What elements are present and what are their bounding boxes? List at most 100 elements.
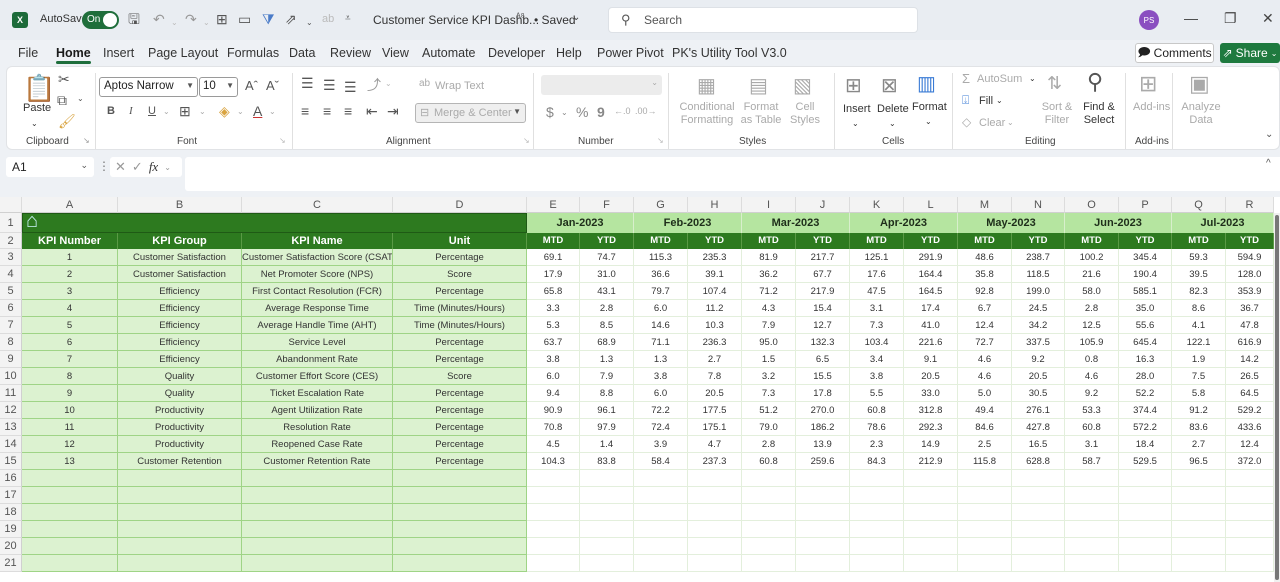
value-cell[interactable]: 2.3 [850, 436, 904, 453]
row-header[interactable]: 2 [0, 233, 22, 249]
empty-cell[interactable] [22, 470, 118, 487]
comma-style-button[interactable]: 9 [597, 104, 605, 120]
value-cell[interactable]: 9.1 [904, 351, 958, 368]
column-header[interactable]: D [393, 197, 527, 213]
insert-cells-button[interactable]: Insert [843, 103, 871, 116]
empty-cell[interactable] [527, 538, 580, 555]
empty-cell[interactable] [242, 521, 393, 538]
value-cell[interactable]: 4.3 [742, 300, 796, 317]
value-cell[interactable]: 2.8 [1065, 300, 1119, 317]
value-cell[interactable]: 20.5 [1012, 368, 1065, 385]
autosum-button[interactable]: AutoSum [977, 73, 1022, 86]
value-cell[interactable]: 3.9 [634, 436, 688, 453]
formula-input[interactable] [185, 157, 1280, 191]
align-bottom-icon[interactable]: ☰ [344, 79, 357, 96]
value-cell[interactable]: 1.3 [580, 351, 634, 368]
save-icon[interactable]: 🖫 [128, 11, 140, 27]
format-painter-icon[interactable]: 🖌 [58, 113, 76, 130]
insert-function-icon[interactable]: fx [149, 159, 158, 175]
copy-dropdown-icon[interactable]: ⌄ [77, 94, 84, 103]
kpi-unit-cell[interactable]: Time (Minutes/Hours) [393, 317, 527, 334]
fill-dropdown-icon[interactable]: ⌄ [996, 94, 1003, 107]
kpi-unit-cell[interactable]: Percentage [393, 351, 527, 368]
value-cell[interactable]: 628.8 [1012, 453, 1065, 470]
value-cell[interactable]: 41.0 [904, 317, 958, 334]
empty-cell[interactable] [527, 470, 580, 487]
column-header[interactable]: C [242, 197, 393, 213]
value-cell[interactable]: 236.3 [688, 334, 742, 351]
value-cell[interactable]: 291.9 [904, 249, 958, 266]
bold-button[interactable]: B [107, 105, 115, 117]
empty-cell[interactable] [527, 555, 580, 572]
empty-cell[interactable] [904, 538, 958, 555]
value-cell[interactable]: 0.8 [1065, 351, 1119, 368]
empty-cell[interactable] [742, 555, 796, 572]
value-cell[interactable]: 7.9 [742, 317, 796, 334]
column-header[interactable]: F [580, 197, 634, 213]
row-header[interactable]: 9 [0, 351, 22, 368]
kpi-group-cell[interactable]: Quality [118, 385, 242, 402]
function-dropdown-icon[interactable]: ⌄ [164, 163, 171, 172]
value-cell[interactable]: 15.4 [796, 300, 850, 317]
spreadsheet-grid[interactable]: A B C D E F G H I J K L M N O P Q R 1 2 3 4 5 6 7 8 9 10 11 12 13 14 15 1… [0, 197, 1280, 582]
value-cell[interactable]: 21.6 [1065, 266, 1119, 283]
empty-cell[interactable] [393, 470, 527, 487]
tab-page-layout[interactable]: Page Layout [148, 46, 218, 60]
value-cell[interactable]: 529.5 [1119, 453, 1172, 470]
value-cell[interactable]: 3.2 [742, 368, 796, 385]
value-cell[interactable]: 427.8 [1012, 419, 1065, 436]
kpi-num-cell[interactable]: 13 [22, 453, 118, 470]
value-cell[interactable]: 14.2 [1226, 351, 1274, 368]
value-cell[interactable]: 17.6 [850, 266, 904, 283]
value-cell[interactable]: 96.1 [580, 402, 634, 419]
value-cell[interactable]: 8.6 [1172, 300, 1226, 317]
row-header[interactable]: 12 [0, 402, 22, 419]
value-cell[interactable]: 103.4 [850, 334, 904, 351]
search-box[interactable]: ⚲ Search [608, 7, 918, 33]
value-cell[interactable]: 12.5 [1065, 317, 1119, 334]
borders-icon[interactable]: ⊞ [216, 11, 228, 27]
value-cell[interactable]: 433.6 [1226, 419, 1274, 436]
empty-cell[interactable] [1065, 521, 1119, 538]
empty-cell[interactable] [22, 504, 118, 521]
value-cell[interactable]: 58.4 [634, 453, 688, 470]
empty-cell[interactable] [1065, 538, 1119, 555]
value-cell[interactable]: 78.6 [850, 419, 904, 436]
increase-indent-icon[interactable]: ⇥ [387, 103, 399, 120]
value-cell[interactable]: 1.4 [580, 436, 634, 453]
kpi-num-cell[interactable]: 9 [22, 385, 118, 402]
value-cell[interactable]: 71.1 [634, 334, 688, 351]
value-cell[interactable]: 26.5 [1226, 368, 1274, 385]
align-top-icon[interactable]: ☰ [301, 75, 314, 92]
value-cell[interactable]: 199.0 [1012, 283, 1065, 300]
value-cell[interactable]: 17.8 [796, 385, 850, 402]
kpi-num-cell[interactable]: 12 [22, 436, 118, 453]
value-cell[interactable]: 9.4 [527, 385, 580, 402]
value-cell[interactable]: 90.9 [527, 402, 580, 419]
value-cell[interactable]: 164.4 [904, 266, 958, 283]
empty-cell[interactable] [958, 555, 1012, 572]
value-cell[interactable]: 4.1 [1172, 317, 1226, 334]
kpi-name-cell[interactable]: First Contact Resolution (FCR) [242, 283, 393, 300]
empty-cell[interactable] [1119, 470, 1172, 487]
value-cell[interactable]: 14.9 [904, 436, 958, 453]
value-cell[interactable]: 8.8 [580, 385, 634, 402]
empty-cell[interactable] [688, 538, 742, 555]
cancel-icon[interactable]: ✕ [115, 159, 126, 175]
value-cell[interactable]: 3.8 [527, 351, 580, 368]
column-header[interactable]: Q [1172, 197, 1226, 213]
underline-dropdown-icon[interactable]: ⌄ [163, 107, 170, 116]
value-cell[interactable]: 122.1 [1172, 334, 1226, 351]
kpi-group-cell[interactable]: Efficiency [118, 283, 242, 300]
empty-cell[interactable] [242, 555, 393, 572]
empty-cell[interactable] [1012, 538, 1065, 555]
empty-cell[interactable] [22, 521, 118, 538]
empty-cell[interactable] [118, 504, 242, 521]
empty-cell[interactable] [904, 504, 958, 521]
empty-cell[interactable] [904, 487, 958, 504]
empty-cell[interactable] [904, 470, 958, 487]
empty-cell[interactable] [958, 470, 1012, 487]
empty-cell[interactable] [1012, 487, 1065, 504]
tab-automate[interactable]: Automate [422, 46, 476, 60]
fill-icon[interactable]: ⍗ [962, 93, 969, 108]
